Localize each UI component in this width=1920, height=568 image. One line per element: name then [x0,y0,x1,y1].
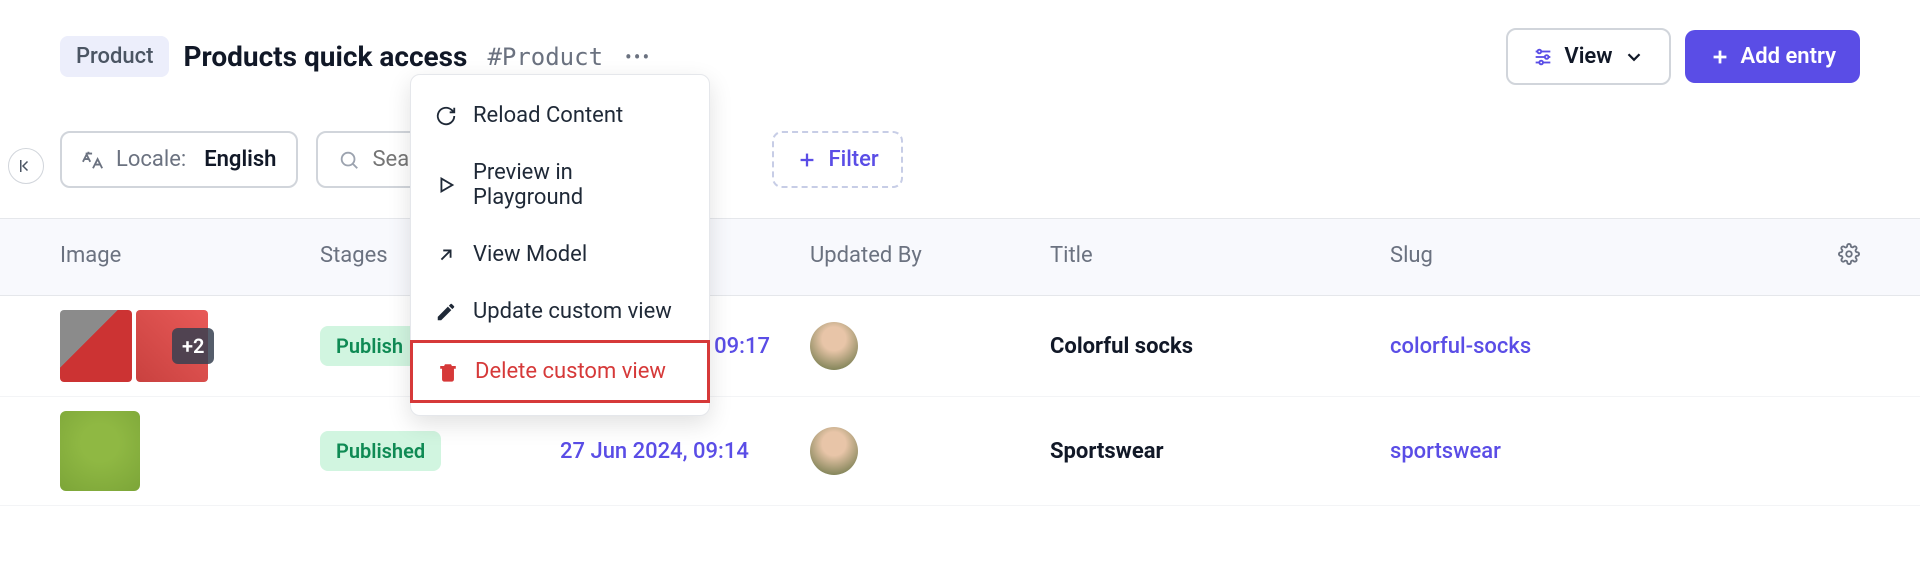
model-tag: #Product [487,43,603,71]
column-updated-by[interactable]: Updated By [810,243,1050,271]
menu-label: Preview in Playground [473,160,685,210]
table-header: Image Stages Updated By Title Slug [0,219,1920,296]
page-header: Product Products quick access #Product •… [0,0,1920,113]
menu-label: Delete custom view [475,359,666,384]
locale-label: Locale: [116,147,186,172]
thumbnail[interactable] [60,411,140,491]
entry-slug: sportswear [1390,439,1820,464]
column-settings[interactable] [1820,243,1860,271]
menu-delete-view[interactable]: Delete custom view [410,340,710,403]
view-button-label: View [1564,44,1612,69]
add-entry-button[interactable]: Add entry [1685,30,1860,83]
column-slug[interactable]: Slug [1390,243,1820,271]
image-thumbnails: +2 [60,310,320,382]
entry-title: Sportswear [1050,439,1390,464]
translate-icon [82,149,104,171]
thumbnail[interactable] [60,310,132,382]
menu-label: Reload Content [473,103,623,128]
locale-selector[interactable]: Locale: English [60,131,298,188]
menu-preview-playground[interactable]: Preview in Playground [411,144,709,226]
plus-icon [796,149,818,171]
menu-update-view[interactable]: Update custom view [411,283,709,340]
page-title: Products quick access [183,40,467,73]
table-row[interactable]: Published 27 Jun 2024, 09:14 Sportswear … [0,397,1920,506]
filter-label: Filter [828,147,878,172]
chevron-down-icon [1623,46,1645,68]
pencil-icon [435,301,457,323]
more-options-icon[interactable]: ••• [625,45,651,69]
status-badge: Published [320,431,441,471]
table-row[interactable]: +2 Publish 09:17 Colorful socks colorful… [0,296,1920,397]
entry-slug: colorful-socks [1390,334,1820,359]
view-button[interactable]: View [1506,28,1670,85]
menu-view-model[interactable]: View Model [411,226,709,283]
gear-icon [1838,243,1860,265]
search-icon [338,149,360,171]
more-count-badge[interactable]: +2 [172,328,214,364]
plus-icon [1709,46,1731,68]
avatar[interactable] [810,322,858,370]
add-entry-label: Add entry [1741,44,1836,69]
updated-time: 27 Jun 2024, 09:14 [560,439,810,464]
trash-icon [437,361,459,383]
collapse-icon [17,157,35,175]
locale-value: English [204,147,276,172]
reload-icon [435,105,457,127]
image-thumbnails [60,411,320,491]
menu-reload-content[interactable]: Reload Content [411,87,709,144]
entries-table: Image Stages Updated By Title Slug +2 Pu… [0,219,1920,506]
toolbar: Locale: English Filter [0,113,1920,219]
entry-title: Colorful socks [1050,334,1390,359]
column-image[interactable]: Image [60,243,320,271]
menu-label: Update custom view [473,299,672,324]
avatar[interactable] [810,427,858,475]
collapse-sidebar-button[interactable] [8,148,44,184]
column-title[interactable]: Title [1050,243,1390,271]
filter-button[interactable]: Filter [772,131,902,188]
menu-label: View Model [473,242,587,267]
sliders-icon [1532,46,1554,68]
play-icon [435,174,457,196]
status-badge: Publish [320,326,419,366]
model-badge[interactable]: Product [60,36,169,77]
context-menu: Reload Content Preview in Playground Vie… [410,74,710,416]
arrow-out-icon [435,244,457,266]
